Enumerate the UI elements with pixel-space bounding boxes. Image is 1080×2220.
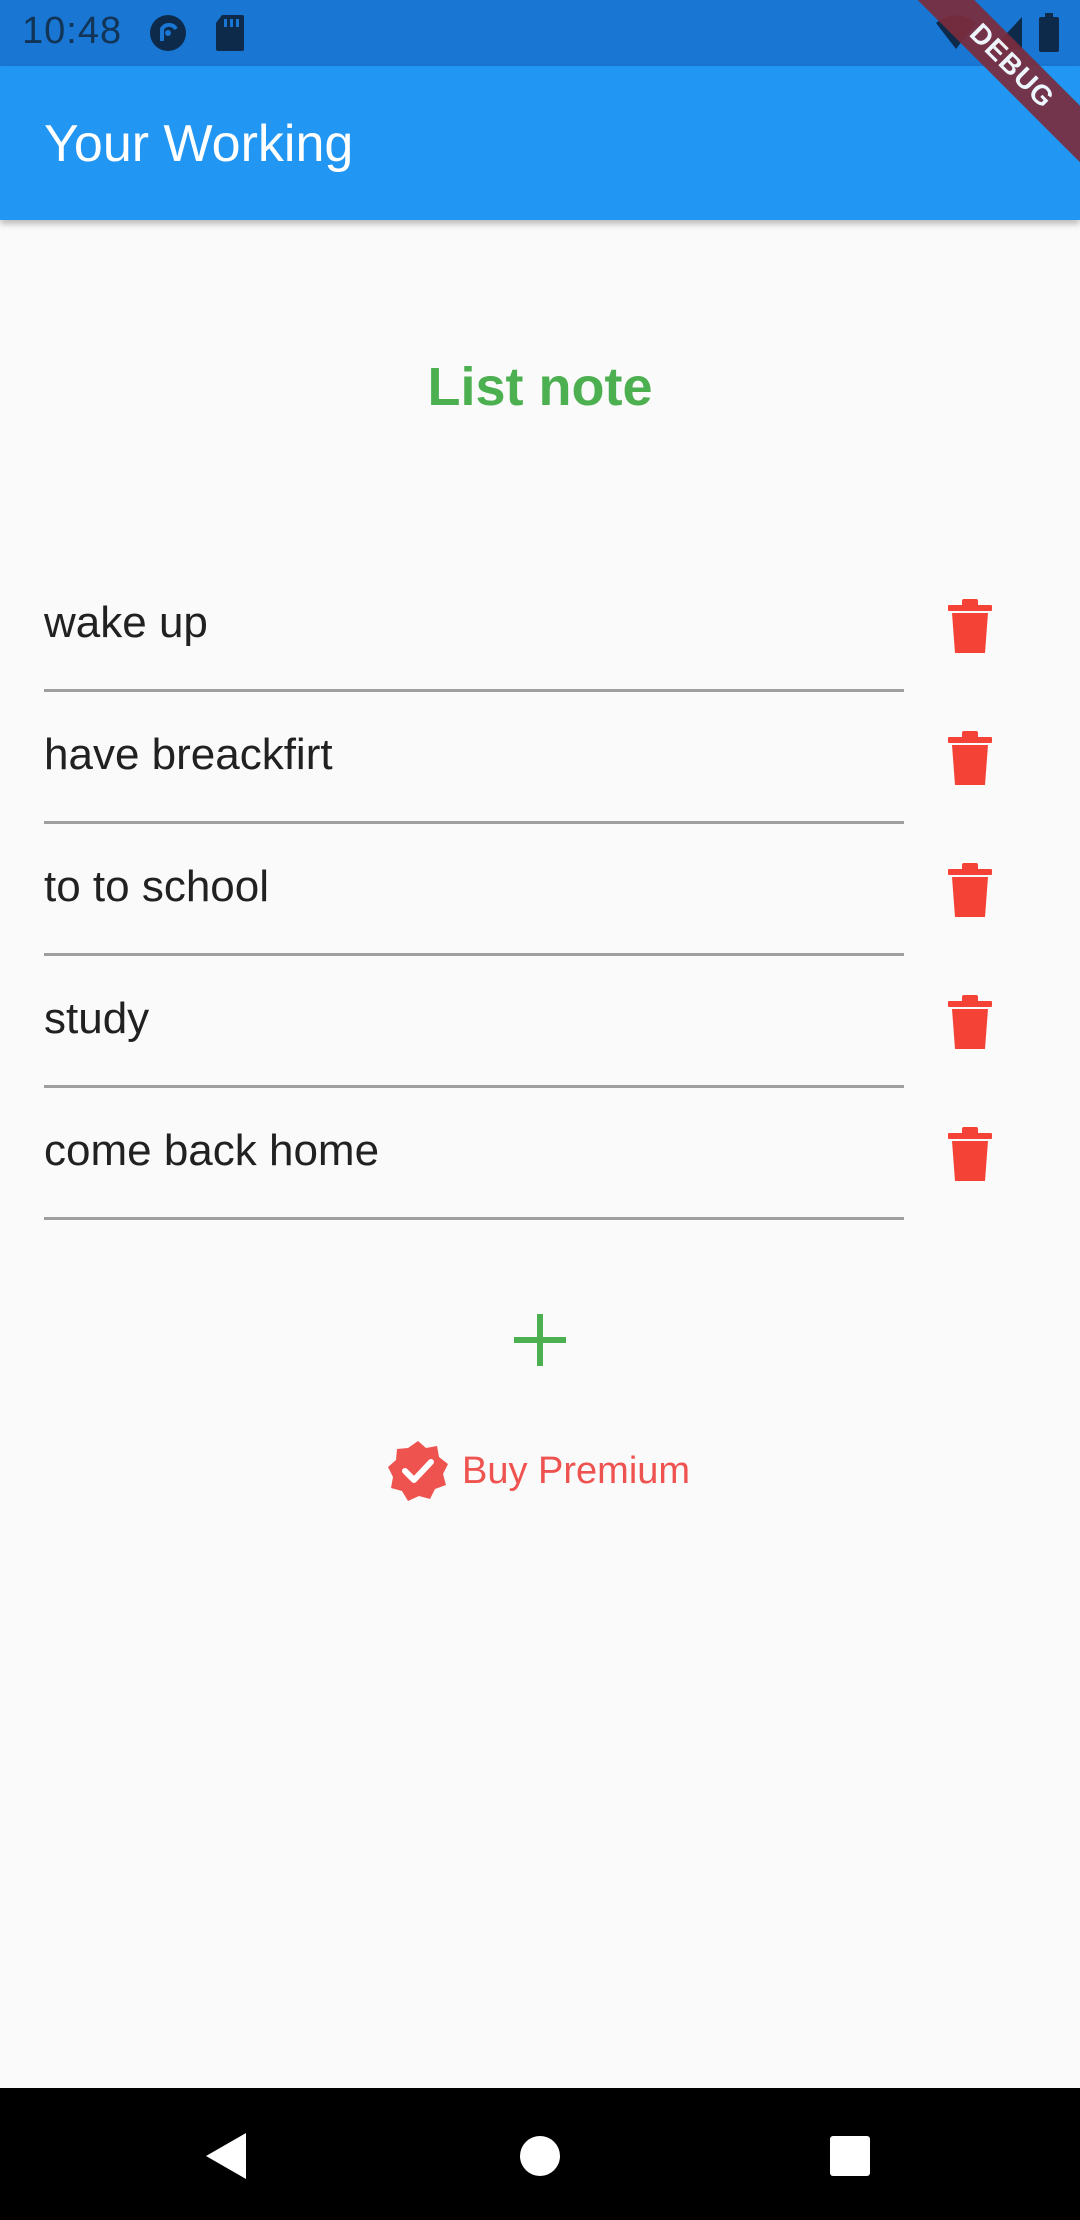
- note-row: study: [0, 956, 1080, 1088]
- note-field[interactable]: study: [44, 956, 904, 1088]
- home-button[interactable]: [512, 2128, 568, 2184]
- buy-premium-button[interactable]: Buy Premium: [386, 1438, 690, 1504]
- delete-button[interactable]: [940, 596, 1000, 656]
- status-bar: 10:48: [0, 0, 1080, 66]
- pocket-casts-icon: [148, 13, 188, 58]
- status-left-icons: [148, 13, 246, 58]
- note-text: wake up: [44, 598, 208, 647]
- note-row: to to school: [0, 824, 1080, 956]
- note-row: have breackfirt: [0, 692, 1080, 824]
- recents-square-icon: [830, 2136, 870, 2176]
- app-title: Your Working: [44, 115, 354, 173]
- notes-list: wake up have breackfirt to to school stu…: [0, 560, 1080, 1220]
- note-text: study: [44, 994, 150, 1043]
- back-triangle-icon: [206, 2133, 246, 2179]
- buy-premium-label: Buy Premium: [462, 1449, 691, 1492]
- trash-icon: [948, 599, 992, 653]
- app-bar: Your Working: [0, 66, 1080, 220]
- note-row: wake up: [0, 560, 1080, 692]
- back-button[interactable]: [198, 2128, 254, 2184]
- screen: 10:48 DEBUG Your Working List note wake …: [0, 0, 1080, 2220]
- note-text: have breackfirt: [44, 730, 333, 779]
- note-field[interactable]: wake up: [44, 560, 904, 692]
- note-field[interactable]: come back home: [44, 1088, 904, 1220]
- trash-icon: [948, 863, 992, 917]
- delete-button[interactable]: [940, 860, 1000, 920]
- battery-icon: [1038, 13, 1060, 58]
- note-field[interactable]: to to school: [44, 824, 904, 956]
- plus-icon: [514, 1314, 566, 1366]
- sd-card-icon: [214, 13, 246, 58]
- delete-button[interactable]: [940, 1124, 1000, 1184]
- home-circle-icon: [520, 2136, 560, 2176]
- add-note-button[interactable]: [500, 1300, 580, 1380]
- trash-icon: [948, 731, 992, 785]
- system-nav-bar: [0, 2088, 1080, 2220]
- list-heading: List note: [427, 357, 653, 417]
- recents-button[interactable]: [822, 2128, 878, 2184]
- note-text: to to school: [44, 862, 270, 911]
- delete-button[interactable]: [940, 992, 1000, 1052]
- status-time: 10:48: [22, 10, 123, 52]
- trash-icon: [948, 995, 992, 1049]
- trash-icon: [948, 1127, 992, 1181]
- note-row: come back home: [0, 1088, 1080, 1220]
- note-field[interactable]: have breackfirt: [44, 692, 904, 824]
- verified-badge-icon: [388, 1441, 448, 1501]
- delete-button[interactable]: [940, 728, 1000, 788]
- note-text: come back home: [44, 1126, 380, 1175]
